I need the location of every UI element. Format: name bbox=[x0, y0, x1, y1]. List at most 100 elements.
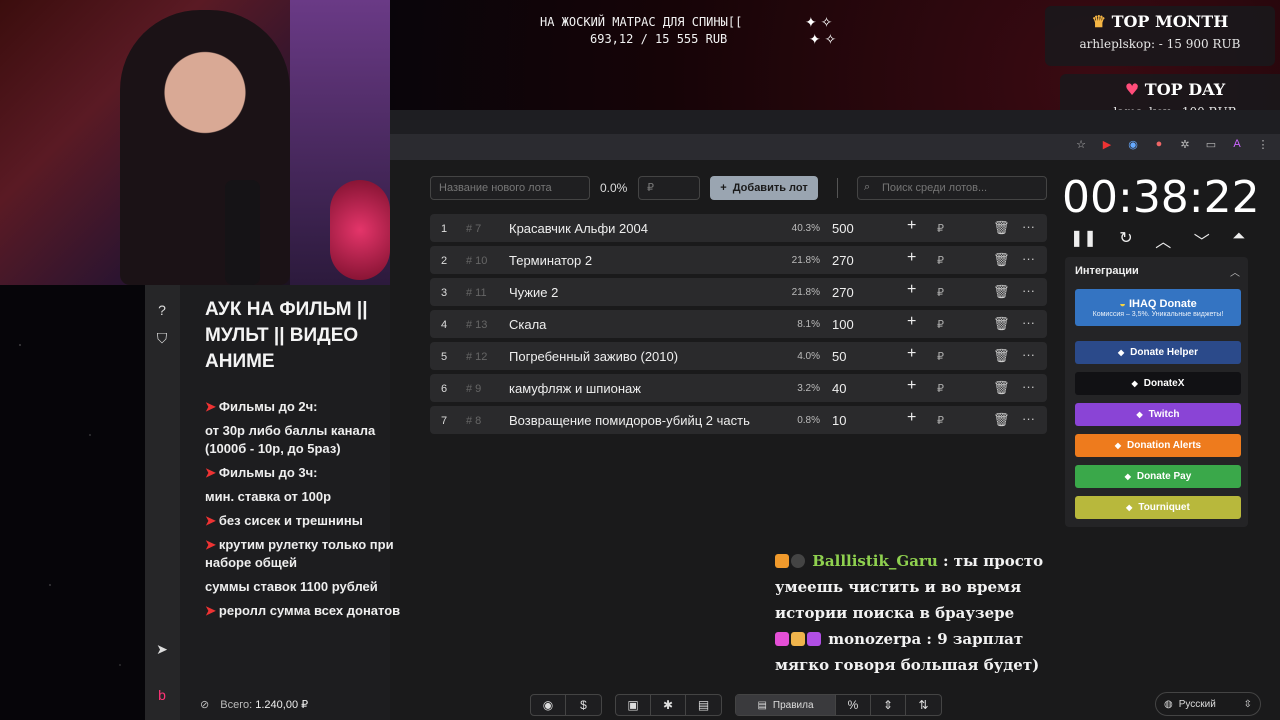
ruble-icon[interactable]: ₽ bbox=[937, 286, 944, 299]
split-icon[interactable]: ⇕ bbox=[871, 695, 906, 715]
lot-row[interactable]: 2 # 10 Терминатор 2 21.8% 270 + ₽ 🗑 ··· bbox=[430, 246, 1047, 274]
crown-icon: ♛ bbox=[1091, 12, 1106, 31]
chevron-up-icon[interactable]: ︿ bbox=[1155, 228, 1171, 252]
double-up-icon[interactable]: ⏶ bbox=[1232, 228, 1245, 252]
integration-button-donate-pay[interactable]: ◆ Donate Pay bbox=[1075, 465, 1241, 488]
trash-icon[interactable]: 🗑 bbox=[993, 412, 1010, 428]
more-icon[interactable]: ··· bbox=[1022, 219, 1035, 234]
trash-icon[interactable]: 🗑 bbox=[993, 220, 1010, 236]
save-icon[interactable]: ▣ bbox=[616, 695, 651, 715]
lot-percent: 21.8% bbox=[791, 255, 820, 266]
puzzle-icon[interactable]: ✲ bbox=[1178, 138, 1192, 151]
lot-name[interactable]: Возвращение помидоров-убийц 2 часть bbox=[509, 413, 750, 428]
search-lots-input[interactable] bbox=[857, 176, 1047, 200]
top-month-user: arhleplskop: - 15 900 RUB bbox=[1079, 37, 1241, 51]
ruble-icon[interactable]: ₽ bbox=[937, 318, 944, 331]
lot-name[interactable]: камуфляж и шпионаж bbox=[509, 381, 641, 396]
chevron-down-icon[interactable]: ﹀ bbox=[1194, 228, 1210, 252]
shield-icon[interactable]: ⛉ bbox=[151, 327, 173, 349]
rules-button[interactable]: ▤ Правила bbox=[736, 695, 836, 715]
ruble-icon[interactable]: ₽ bbox=[937, 222, 944, 235]
extension-icon[interactable]: ● bbox=[1152, 138, 1166, 151]
youtube-icon[interactable]: ▶ bbox=[1100, 138, 1114, 151]
plus-icon[interactable]: + bbox=[907, 249, 916, 267]
ruble-icon[interactable]: ₽ bbox=[937, 254, 944, 267]
plus-icon[interactable]: + bbox=[907, 409, 916, 427]
trash-icon[interactable]: 🗑 bbox=[993, 316, 1010, 332]
lot-amount[interactable]: 270 bbox=[832, 253, 854, 268]
sort-icon[interactable]: ⇅ bbox=[906, 695, 941, 715]
lot-name[interactable]: Погребенный заживо (2010) bbox=[509, 349, 678, 364]
github-icon[interactable]: ◉ bbox=[531, 695, 566, 715]
lot-amount[interactable]: 500 bbox=[832, 221, 854, 236]
plus-icon[interactable]: + bbox=[907, 377, 916, 395]
reset-icon[interactable]: ↻ bbox=[1119, 228, 1132, 252]
ruble-icon[interactable]: ₽ bbox=[937, 350, 944, 363]
lot-row[interactable]: 4 # 13 Скала 8.1% 100 + ₽ 🗑 ··· bbox=[430, 310, 1047, 338]
plus-icon[interactable]: + bbox=[907, 281, 916, 299]
percent-toggle[interactable]: % bbox=[836, 695, 871, 715]
integration-button-twitch[interactable]: ◆ Twitch bbox=[1075, 403, 1241, 426]
more-icon[interactable]: ··· bbox=[1022, 251, 1035, 266]
top-day-title: TOP DAY bbox=[1144, 80, 1226, 99]
profile-icon[interactable]: A bbox=[1230, 138, 1244, 151]
ihaq-donate-button[interactable]: ◒ IHAQ Donate Комиссия – 3,5%. Уникальны… bbox=[1075, 289, 1241, 326]
bug-icon[interactable]: ✱ bbox=[651, 695, 686, 715]
lot-amount[interactable]: 50 bbox=[832, 349, 846, 364]
lot-name[interactable]: Скала bbox=[509, 317, 546, 332]
pause-icon[interactable]: ❚❚ bbox=[1070, 228, 1097, 252]
more-icon[interactable]: ··· bbox=[1022, 283, 1035, 298]
lot-row[interactable]: 1 # 7 Красавчик Альфи 2004 40.3% 500 + ₽ 🗑 ··· bbox=[430, 214, 1047, 242]
language-select[interactable]: ◍ Русский ⇳ bbox=[1155, 692, 1261, 716]
plus-icon[interactable]: + bbox=[907, 313, 916, 331]
dollar-icon[interactable]: $ bbox=[566, 695, 601, 715]
chevron-up-icon[interactable]: ︿ bbox=[1230, 264, 1240, 279]
rules-button-label: Правила bbox=[772, 699, 814, 711]
lot-amount[interactable]: 270 bbox=[832, 285, 854, 300]
lot-amount[interactable]: 100 bbox=[832, 317, 854, 332]
integration-button-donation-alerts[interactable]: ◆ Donation Alerts bbox=[1075, 434, 1241, 457]
new-lot-name-input[interactable] bbox=[430, 176, 590, 200]
new-lot-amount-input[interactable] bbox=[638, 176, 700, 200]
help-icon[interactable]: ? bbox=[151, 299, 173, 321]
ruble-icon[interactable]: ₽ bbox=[937, 382, 944, 395]
more-icon[interactable]: ··· bbox=[1022, 315, 1035, 330]
lot-name[interactable]: Чужие 2 bbox=[509, 285, 558, 300]
lot-row[interactable]: 3 # 11 Чужие 2 21.8% 270 + ₽ 🗑 ··· bbox=[430, 278, 1047, 306]
more-icon[interactable]: ··· bbox=[1022, 411, 1035, 426]
extension-icon[interactable]: ◉ bbox=[1126, 138, 1140, 151]
plus-icon[interactable]: + bbox=[907, 217, 916, 235]
lot-amount[interactable]: 40 bbox=[832, 381, 846, 396]
star-icon[interactable]: ☆ bbox=[1074, 138, 1088, 151]
lot-amount[interactable]: 10 bbox=[832, 413, 846, 428]
sidepanel-icon[interactable]: ▭ bbox=[1204, 138, 1218, 151]
integrations-title: Интеграции bbox=[1075, 265, 1139, 277]
lot-row[interactable]: 6 # 9 камуфляж и шпионаж 3.2% 40 + ₽ 🗑 ··· bbox=[430, 374, 1047, 402]
starfield-background bbox=[0, 285, 145, 720]
trash-icon[interactable]: 🗑 bbox=[993, 284, 1010, 300]
menu-icon[interactable]: ⋮ bbox=[1256, 138, 1270, 151]
more-icon[interactable]: ··· bbox=[1022, 347, 1035, 362]
add-lot-button[interactable]: + Добавить лот bbox=[710, 176, 818, 200]
lot-row[interactable]: 7 # 8 Возвращение помидоров-убийц 2 часть 0… bbox=[430, 406, 1047, 434]
badge-icon bbox=[775, 632, 789, 646]
lot-name[interactable]: Красавчик Альфи 2004 bbox=[509, 221, 648, 236]
search-icon: ⌕ bbox=[864, 181, 871, 193]
clear-icon[interactable]: ▤ bbox=[686, 695, 721, 715]
integration-button-tourniquet[interactable]: ◆ Tourniquet bbox=[1075, 496, 1241, 519]
integration-button-donatex[interactable]: ◆ DonateX bbox=[1075, 372, 1241, 395]
eye-off-icon[interactable]: ⊘ bbox=[200, 699, 209, 711]
lot-row[interactable]: 5 # 12 Погребенный заживо (2010) 4.0% 50 + ₽ 🗑 ·… bbox=[430, 342, 1047, 370]
lot-name[interactable]: Терминатор 2 bbox=[509, 253, 592, 268]
trash-icon[interactable]: 🗑 bbox=[993, 380, 1010, 396]
browser-tabstrip bbox=[390, 110, 1280, 134]
boosty-icon[interactable]: b bbox=[151, 684, 173, 706]
more-icon[interactable]: ··· bbox=[1022, 379, 1035, 394]
telegram-icon[interactable]: ➤ bbox=[151, 638, 173, 660]
plus-icon[interactable]: + bbox=[907, 345, 916, 363]
lot-percent: 0.8% bbox=[797, 415, 820, 426]
ruble-icon[interactable]: ₽ bbox=[937, 414, 944, 427]
integration-button-donate-helper[interactable]: ◆ Donate Helper bbox=[1075, 341, 1241, 364]
trash-icon[interactable]: 🗑 bbox=[993, 252, 1010, 268]
trash-icon[interactable]: 🗑 bbox=[993, 348, 1010, 364]
